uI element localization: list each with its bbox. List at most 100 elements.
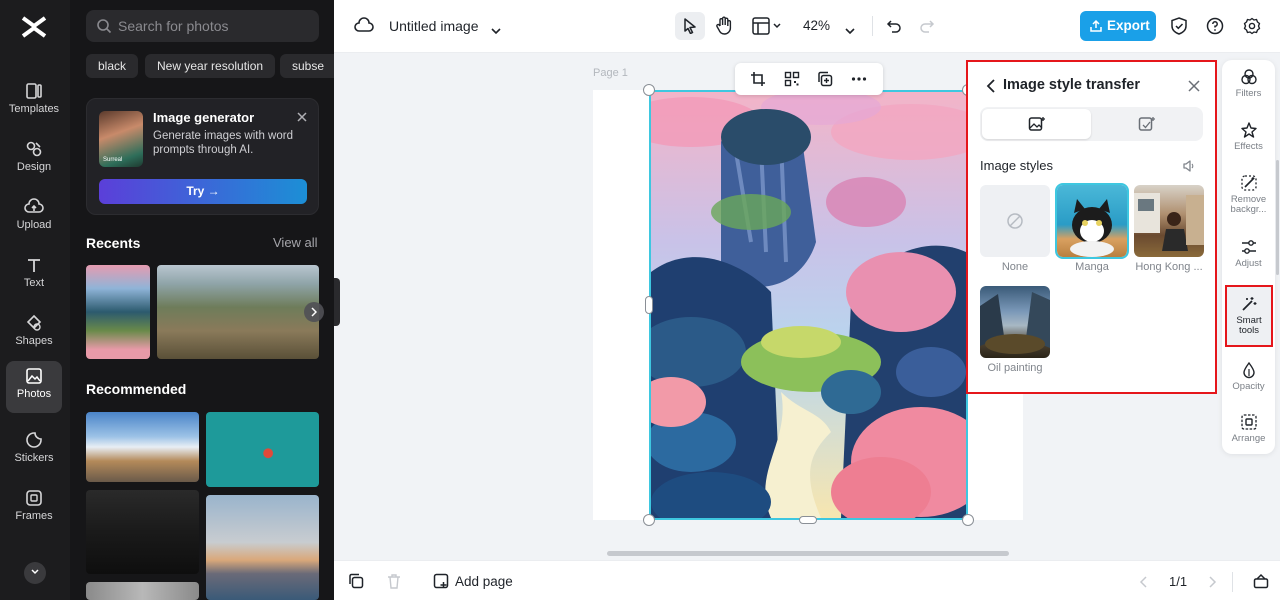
title-dropdown-button[interactable] xyxy=(491,22,501,40)
style-oil-painting[interactable] xyxy=(980,286,1050,358)
add-page-icon-wrap[interactable] xyxy=(433,573,449,594)
image-generator-description: Generate images with word prompts throug… xyxy=(153,130,293,156)
image-style-transfer-panel: Image style transfer Image styles None M… xyxy=(966,60,1217,394)
delete-page-button[interactable] xyxy=(387,573,401,594)
layout-button[interactable] xyxy=(752,17,782,40)
panel-header: Image style transfer xyxy=(968,62,1215,108)
recommended-photo-3[interactable] xyxy=(86,490,199,574)
chip-black[interactable]: black xyxy=(86,54,139,78)
try-button[interactable]: Try → xyxy=(99,179,307,204)
adjust-icon xyxy=(1241,240,1256,254)
previous-page-button[interactable] xyxy=(1139,575,1147,593)
resize-handle-bottom-right[interactable] xyxy=(962,514,974,526)
bottom-bar: Add page 1/1 xyxy=(334,560,1280,600)
select-tool-button[interactable] xyxy=(675,12,705,40)
recents-next-button[interactable] xyxy=(304,302,324,322)
manga-cat-thumbnail xyxy=(1070,199,1114,257)
nav-templates[interactable]: Templates xyxy=(6,76,62,128)
resize-handle-bottom[interactable] xyxy=(799,516,817,524)
image-generator-card[interactable]: Surreal Image generator Generate images … xyxy=(86,98,319,215)
recent-photo-1[interactable] xyxy=(86,265,150,359)
style-manga[interactable] xyxy=(1055,183,1129,259)
resize-handle-left[interactable] xyxy=(645,296,653,314)
chip-new-year-resolution[interactable]: New year resolution xyxy=(145,54,276,78)
toolbar-divider xyxy=(872,16,873,36)
tool-smart-tools[interactable]: Smart tools xyxy=(1225,285,1273,347)
tool-remove-background[interactable]: Remove backgr... xyxy=(1224,166,1273,224)
style-none[interactable] xyxy=(980,185,1050,257)
panel-collapse-handle[interactable] xyxy=(334,278,340,326)
search-input[interactable] xyxy=(118,10,313,42)
recommended-photo-4[interactable] xyxy=(206,495,319,600)
nav-text[interactable]: Text xyxy=(6,250,62,302)
help-button[interactable] xyxy=(1206,17,1224,40)
export-button[interactable]: Export xyxy=(1080,11,1156,41)
style-hong-kong[interactable] xyxy=(1134,185,1204,257)
chevron-right-icon xyxy=(311,307,317,317)
crop-icon[interactable] xyxy=(750,71,766,87)
back-arrow-icon[interactable] xyxy=(986,79,996,93)
tool-opacity[interactable]: Opacity xyxy=(1224,353,1273,405)
nav-photos[interactable]: Photos xyxy=(6,361,62,413)
nav-stickers[interactable]: Stickers xyxy=(6,425,62,477)
recent-photo-2[interactable] xyxy=(157,265,319,359)
undo-icon xyxy=(886,20,901,33)
tab-image-style[interactable] xyxy=(982,109,1091,139)
text-icon xyxy=(28,259,40,272)
cloud-sync-button[interactable] xyxy=(354,16,374,39)
nav-design[interactable]: Design xyxy=(6,134,62,186)
chip-subse[interactable]: subse xyxy=(280,54,334,78)
gear-icon xyxy=(1243,17,1261,35)
zoom-level[interactable]: 42% xyxy=(803,18,830,33)
image-edit-icon xyxy=(1138,117,1155,131)
tab-custom-style[interactable] xyxy=(1092,109,1201,139)
horizontal-scrollbar[interactable] xyxy=(607,551,1009,556)
vertical-scrollbar[interactable] xyxy=(1276,160,1279,275)
nav-label: Shapes xyxy=(15,335,53,347)
shield-button[interactable] xyxy=(1170,16,1188,41)
undo-button[interactable] xyxy=(886,18,902,39)
nav-frames[interactable]: Frames xyxy=(6,483,62,535)
redo-button[interactable] xyxy=(919,18,935,39)
close-generator-button[interactable] xyxy=(294,109,310,125)
rail-scroll-down-button[interactable] xyxy=(24,562,46,584)
document-title[interactable]: Untitled image xyxy=(389,18,479,34)
shield-icon xyxy=(1171,17,1187,35)
qr-code-icon[interactable] xyxy=(784,71,800,87)
tool-effects[interactable]: Effects xyxy=(1224,113,1273,165)
next-page-button[interactable] xyxy=(1209,575,1217,593)
tool-arrange[interactable]: Arrange xyxy=(1224,405,1273,457)
recommended-photo-1[interactable] xyxy=(86,412,199,482)
app-logo[interactable] xyxy=(20,14,48,40)
smart-tools-icon xyxy=(1242,297,1257,311)
tool-label: Remove backgr... xyxy=(1230,194,1267,215)
sound-toggle-button[interactable] xyxy=(1182,159,1196,178)
canvas-image[interactable] xyxy=(649,90,968,520)
duplicate-page-button[interactable] xyxy=(348,573,364,594)
nav-shapes[interactable]: Shapes xyxy=(6,308,62,360)
search-box[interactable] xyxy=(86,10,319,42)
resize-handle-bottom-left[interactable] xyxy=(643,514,655,526)
right-toolbar: Filters Effects Remove backgr... Adjust … xyxy=(1222,60,1275,454)
view-all-link[interactable]: View all xyxy=(273,235,318,250)
recommended-photo-2[interactable] xyxy=(206,412,319,487)
close-icon[interactable] xyxy=(1187,79,1201,93)
settings-button[interactable] xyxy=(1243,17,1261,40)
duplicate-icon[interactable] xyxy=(817,71,833,87)
fantasy-landscape-illustration xyxy=(651,92,966,518)
recommended-photo-5[interactable] xyxy=(86,582,199,600)
resize-handle-top-left[interactable] xyxy=(643,84,655,96)
nav-upload[interactable]: Upload xyxy=(6,192,62,244)
hand-tool-button[interactable] xyxy=(715,16,733,41)
design-icon xyxy=(26,141,42,157)
zoom-dropdown-button[interactable] xyxy=(845,22,855,40)
more-options-icon[interactable] xyxy=(851,71,867,87)
speaker-icon xyxy=(1183,160,1194,172)
chevron-right-icon xyxy=(1209,576,1217,588)
nav-label: Design xyxy=(16,161,52,173)
pages-panel-button[interactable] xyxy=(1253,573,1269,594)
tool-adjust[interactable]: Adjust xyxy=(1224,230,1273,282)
thumbnail-caption: Surreal xyxy=(103,157,123,163)
add-page-button[interactable]: Add page xyxy=(455,574,513,589)
tool-filters[interactable]: Filters xyxy=(1224,60,1273,112)
